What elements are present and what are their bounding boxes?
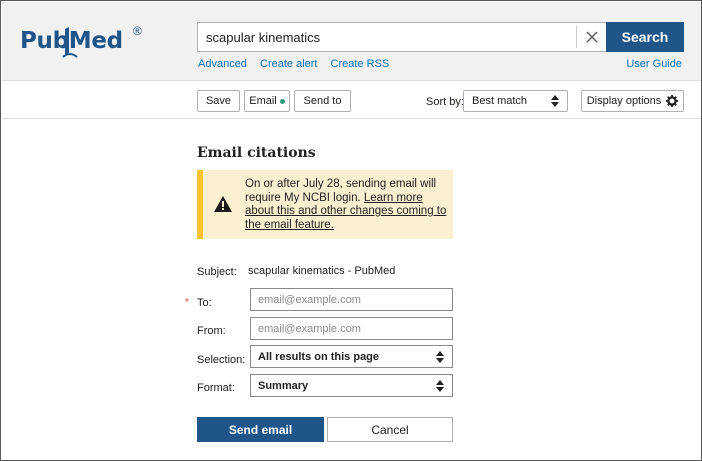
results-toolbar: Save Email Send to Sort by: Best match D… (2, 81, 701, 119)
subject-label: Subject: (197, 266, 237, 278)
from-label: From: (197, 325, 226, 337)
email-citations-page: PubMed ® Search Advanced Create alert Cr… (0, 0, 702, 461)
to-email-input[interactable] (250, 288, 453, 311)
search-box (197, 22, 606, 52)
email-notice: On or after July 28, sending email will … (197, 170, 453, 239)
search-input[interactable] (198, 23, 576, 51)
notice-text: On or after July 28, sending email will … (245, 178, 450, 232)
format-label: Format: (197, 382, 235, 394)
active-dot-icon (279, 98, 285, 104)
required-marker: * (185, 297, 189, 308)
create-rss-link[interactable]: Create RSS (331, 58, 390, 70)
display-options-label: Display options (586, 95, 662, 107)
create-alert-link[interactable]: Create alert (260, 58, 317, 70)
display-options-button[interactable]: Display options (581, 90, 684, 112)
registered-mark: ® (133, 24, 142, 38)
warning-icon (214, 196, 232, 212)
sort-arrows-icon (436, 380, 444, 392)
sort-arrows-icon (551, 95, 559, 107)
email-button[interactable]: Email (244, 90, 290, 112)
search-button[interactable]: Search (606, 22, 684, 52)
send-email-button[interactable]: Send email (197, 417, 324, 442)
clear-search-button[interactable] (576, 26, 606, 48)
header: PubMed ® Search Advanced Create alert Cr… (2, 2, 701, 81)
gear-icon (666, 95, 679, 107)
sort-value: Best match (472, 95, 528, 107)
send-to-button[interactable]: Send to (294, 90, 351, 112)
selection-value: All results on this page (258, 350, 380, 363)
book-icon (62, 27, 78, 58)
sort-arrows-icon (436, 351, 444, 363)
save-label: Save (205, 95, 232, 107)
send-to-label: Send to (303, 95, 342, 107)
advanced-link[interactable]: Advanced (198, 58, 247, 70)
search-sublinks: Advanced Create alert Create RSS (198, 58, 399, 70)
from-email-input[interactable] (250, 317, 453, 340)
subject-value: scapular kinematics - PubMed (248, 265, 396, 277)
user-guide-link[interactable]: User Guide (626, 58, 682, 70)
format-select[interactable]: Summary (250, 374, 453, 397)
pubmed-logo[interactable]: PubMed ® (20, 24, 150, 60)
cancel-button[interactable]: Cancel (327, 417, 453, 442)
selection-label: Selection: (197, 354, 246, 366)
close-icon (586, 31, 597, 43)
sort-by-label: Sort by: (426, 96, 464, 108)
save-button[interactable]: Save (197, 90, 240, 112)
email-label: Email (249, 95, 277, 107)
format-value: Summary (258, 379, 309, 392)
to-label: To: (197, 297, 212, 309)
form-title: Email citations (197, 145, 316, 161)
sort-by-select[interactable]: Best match (463, 90, 568, 112)
selection-select[interactable]: All results on this page (250, 345, 453, 368)
